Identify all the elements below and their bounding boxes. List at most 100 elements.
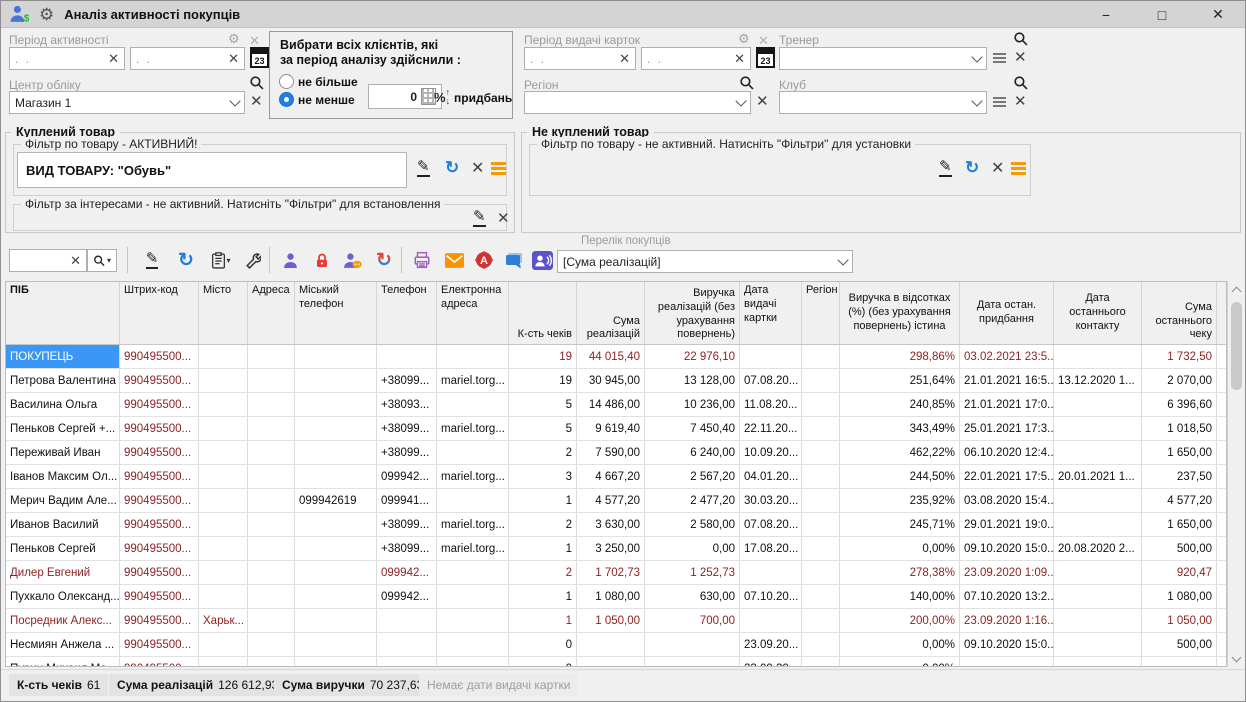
activity-date-from-input[interactable]: . . ✕ (9, 47, 125, 70)
np-filter-list-icon[interactable] (1011, 162, 1026, 175)
table-row[interactable]: Пеньков Сергей990495500...+38099...marie… (6, 537, 1226, 561)
maximize-button[interactable]: □ (1151, 7, 1173, 23)
table-cell: 0,00% (840, 633, 960, 656)
column-header[interactable]: Штрих-код (120, 282, 199, 344)
card-period-gear-icon[interactable]: ⚙ (738, 32, 750, 45)
column-header[interactable]: Регіон (802, 282, 840, 344)
column-header[interactable]: Виручка реалізацій (без урахування повер… (645, 282, 740, 344)
club-clear-icon[interactable]: ✕ (1014, 94, 1027, 109)
column-header[interactable]: Дата останнього контакту (1054, 282, 1142, 344)
percent-toggle-icon[interactable]: %↑↓ (434, 88, 450, 106)
trainer-clear-icon[interactable]: ✕ (1014, 50, 1027, 65)
clear-date-icon[interactable]: ✕ (228, 52, 239, 65)
table-cell (295, 417, 377, 440)
sync-button[interactable]: ↻ (371, 247, 397, 273)
clear-date-icon[interactable]: ✕ (619, 52, 630, 65)
client-card-button[interactable] (277, 247, 303, 273)
titlebar: $ ⚙ Аналіз активності покупців − □ ✕ (1, 1, 1245, 28)
copy-button[interactable]: ▾ (205, 247, 237, 273)
table-row[interactable]: Дилер Евгений990495500...099942...21 702… (6, 561, 1226, 585)
column-header[interactable]: Міський телефон (295, 282, 377, 344)
np-edit-filter-icon[interactable]: ✎ (939, 159, 952, 177)
trainer-select[interactable] (779, 47, 987, 70)
close-button[interactable]: ✕ (1207, 6, 1229, 23)
antivirus-button[interactable]: A (471, 247, 497, 273)
product-filter-value-box[interactable]: ВИД ТОВАРУ: "Обувь" (17, 152, 407, 188)
scroll-down-icon[interactable] (1228, 650, 1244, 667)
edit-interest-filter-icon[interactable]: ✎ (473, 209, 486, 227)
accounting-center-search-icon[interactable] (249, 75, 264, 90)
activity-date-to-input[interactable]: . . ✕ (130, 47, 245, 70)
column-header[interactable]: Дата остан. придбання (960, 282, 1054, 344)
table-cell: 03.08.2020 15:4... (960, 489, 1054, 512)
table-row[interactable]: ПОКУПЕЦЬ990495500...1944 015,4022 976,10… (6, 345, 1226, 369)
clear-search-icon[interactable]: ✕ (70, 254, 81, 267)
card-date-to-input[interactable]: . . ✕ (641, 47, 751, 70)
clear-filter-icon[interactable]: ✕ (471, 161, 484, 177)
edit-button[interactable]: ✎ (139, 247, 165, 273)
club-list-icon[interactable] (993, 97, 1006, 107)
edit-filter-icon[interactable]: ✎ (417, 159, 430, 177)
contacts-button[interactable] (529, 247, 555, 273)
np-clear-filter-icon[interactable]: ✕ (991, 161, 1004, 177)
column-header[interactable]: Телефон (377, 282, 437, 344)
email-button[interactable] (441, 247, 467, 273)
calendar-icon[interactable]: 23 (250, 47, 269, 68)
club-select[interactable] (779, 91, 987, 114)
column-header[interactable]: Місто (199, 282, 248, 344)
table-row[interactable]: Петрова Валентина990495500...+38099...ma… (6, 369, 1226, 393)
calendar-icon[interactable]: 23 (756, 47, 775, 68)
refresh-filter-icon[interactable]: ↻ (445, 159, 459, 176)
accounting-center-select[interactable]: Магазин 1 (9, 91, 245, 114)
region-select[interactable] (524, 91, 751, 114)
column-header[interactable]: Сума реалізацій (577, 282, 645, 344)
clear-date-icon[interactable]: ✕ (108, 52, 119, 65)
table-row[interactable]: Иванов Василий990495500...+38099...marie… (6, 513, 1226, 537)
print-button[interactable] (409, 247, 435, 273)
table-row[interactable]: Несмиян Анжела ...990495500...023.09.20.… (6, 633, 1226, 657)
column-header[interactable]: Електронна адреса (437, 282, 509, 344)
column-header[interactable]: Сума останнього чеку (1142, 282, 1217, 344)
messages-button[interactable] (501, 247, 527, 273)
card-date-from-input[interactable]: . . ✕ (524, 47, 636, 70)
lock-button[interactable] (309, 247, 335, 273)
column-header[interactable]: Дата видачі картки (740, 282, 802, 344)
trainer-list-icon[interactable] (993, 53, 1006, 63)
table-row[interactable]: Пухкало Олександ...990495500...099942...… (6, 585, 1226, 609)
np-refresh-filter-icon[interactable]: ↻ (965, 159, 979, 176)
no-more-radio[interactable] (279, 74, 294, 89)
search-box[interactable]: ✕ (9, 249, 87, 272)
accounting-center-clear-icon[interactable]: ✕ (250, 94, 263, 109)
activity-period-gear-icon[interactable]: ⚙ (228, 32, 240, 45)
table-row[interactable]: Мерич Вадим Але...990495500...0999426190… (6, 489, 1226, 513)
column-header[interactable]: Виручка в відсотках (%) (без урахування … (840, 282, 960, 344)
search-options-button[interactable]: ▾ (87, 249, 117, 272)
refresh-button[interactable]: ↻ (173, 247, 199, 273)
client-comment-button[interactable] (339, 247, 365, 273)
search-input[interactable] (15, 253, 63, 269)
tools-button[interactable] (239, 247, 265, 273)
scrollbar-thumb[interactable] (1231, 302, 1242, 390)
vertical-scrollbar[interactable] (1227, 281, 1244, 667)
trainer-search-icon[interactable] (1013, 31, 1028, 46)
table-row[interactable]: Посредник Алекс...990495500...Харьк...11… (6, 609, 1226, 633)
region-search-icon[interactable] (739, 75, 754, 90)
minimize-button[interactable]: − (1095, 7, 1117, 23)
region-clear-icon[interactable]: ✕ (756, 94, 769, 109)
no-less-radio[interactable] (279, 92, 294, 107)
table-row[interactable]: Пурин Михаил Ма...990495500...023.09.20.… (6, 657, 1226, 667)
column-header[interactable]: К-сть чеків (509, 282, 577, 344)
scroll-up-icon[interactable] (1228, 281, 1244, 298)
purchase-count-input[interactable]: 0 (368, 84, 442, 109)
filter-list-icon[interactable] (491, 162, 506, 175)
column-header[interactable]: Адреса (248, 282, 295, 344)
table-row[interactable]: Пеньков Сергей +...990495500...+38099...… (6, 417, 1226, 441)
buyers-list-select[interactable]: [Сума реалізацій] (557, 250, 853, 273)
table-row[interactable]: Переживай Иван990495500...+38099...27 59… (6, 441, 1226, 465)
club-search-icon[interactable] (1013, 75, 1028, 90)
clear-interest-filter-icon[interactable]: ✕ (497, 211, 510, 226)
table-row[interactable]: Василина Ольга990495500...+38093...514 4… (6, 393, 1226, 417)
clear-date-icon[interactable]: ✕ (734, 52, 745, 65)
table-row[interactable]: Іванов Максим Ол...990495500...099942...… (6, 465, 1226, 489)
column-header[interactable]: ПІБ (6, 282, 120, 344)
